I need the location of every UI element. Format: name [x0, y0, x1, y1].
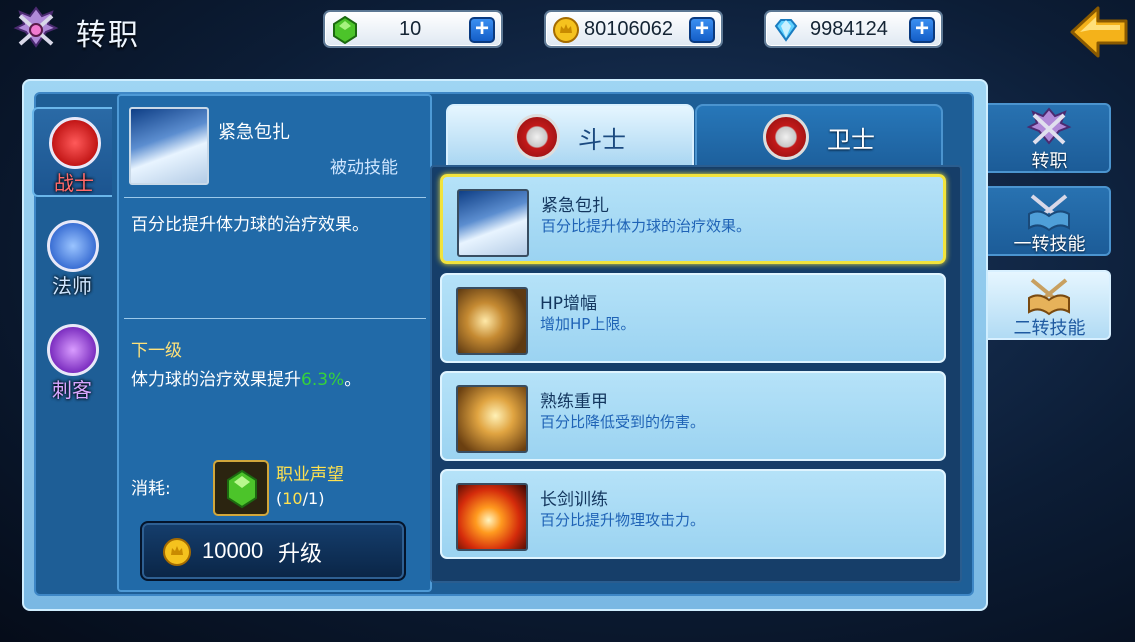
skill-item-hp-boost[interactable]: HP增幅 增加HP上限。: [440, 273, 946, 363]
add-gems-button[interactable]: +: [469, 17, 495, 43]
cost-item-count: (10/1): [276, 489, 325, 508]
skill-name: HP增幅: [540, 294, 598, 314]
currency-gold: 80106062 +: [544, 10, 723, 48]
page-title: 转职: [76, 18, 140, 53]
tab-label: 斗士: [578, 126, 626, 154]
class-tab-label: 刺客: [52, 378, 92, 402]
side-tab-first-skills[interactable]: 一转技能: [988, 186, 1111, 256]
skill-item-longsword-training[interactable]: 长剑训练 百分比提升物理攻击力。: [440, 469, 946, 559]
cost-item-slot: [213, 460, 269, 516]
snow-mountain-skill-icon: [457, 189, 529, 257]
gem-count: 10: [399, 18, 422, 40]
gold-count: 80106062: [584, 18, 673, 40]
skill-name: 熟练重甲: [540, 392, 608, 412]
back-arrow-button[interactable]: [1068, 4, 1130, 60]
crossed-swords-crest-icon: [1026, 107, 1072, 145]
skill-description: 百分比提升物理攻击力。: [540, 511, 706, 529]
tab-fighter[interactable]: 斗士: [446, 104, 694, 168]
detail-skill-name: 紧急包扎: [218, 122, 290, 143]
skill-name: 长剑训练: [540, 490, 608, 510]
upgrade-cost: 10000: [202, 538, 264, 563]
diamond-count: 9984124: [810, 18, 888, 40]
guardian-fist-icon: [763, 114, 809, 160]
cost-label: 消耗:: [131, 479, 171, 499]
tab-label: 卫士: [827, 126, 875, 154]
add-gold-button[interactable]: +: [689, 17, 715, 43]
side-tab-class-change[interactable]: 转职: [988, 103, 1111, 173]
open-book-swords-icon: [1028, 194, 1070, 232]
class-tab-mage[interactable]: 法师: [32, 212, 112, 302]
class-tab-warrior[interactable]: 战士: [32, 107, 112, 197]
side-tab-label: 一转技能: [1013, 234, 1086, 255]
skill-description: 百分比提升体力球的治疗效果。: [541, 217, 752, 235]
golden-vortex-skill-icon: [456, 385, 528, 453]
assassin-class-icon: [47, 324, 99, 376]
green-gem-icon: [333, 16, 357, 44]
tab-guardian[interactable]: 卫士: [695, 104, 943, 168]
cost-item-name: 职业声望: [276, 465, 344, 485]
detail-skill-description: 百分比提升体力球的治疗效果。: [131, 215, 369, 235]
golden-swirl-skill-icon: [456, 287, 528, 355]
fighter-emblem-icon: [514, 114, 560, 160]
next-level-label: 下一级: [131, 341, 182, 361]
add-diamonds-button[interactable]: +: [909, 17, 935, 43]
open-book-swords-icon: [1028, 278, 1070, 316]
class-tab-label: 法师: [52, 274, 92, 298]
snow-mountain-skill-icon: [129, 107, 209, 185]
skill-item-heavy-armor[interactable]: 熟练重甲 百分比降低受到的伤害。: [440, 371, 946, 461]
fire-slash-skill-icon: [456, 483, 528, 551]
next-level-effect: 体力球的治疗效果提升6.3%。: [131, 370, 362, 390]
upgrade-button[interactable]: 10000 升级: [140, 521, 406, 581]
skill-name: 紧急包扎: [541, 196, 609, 216]
class-tab-label: 战士: [54, 171, 94, 195]
class-tab-assassin[interactable]: 刺客: [32, 316, 112, 406]
divider: [124, 197, 426, 198]
divider: [124, 318, 426, 319]
skill-description: 增加HP上限。: [540, 315, 636, 333]
currency-diamonds: 9984124 +: [764, 10, 943, 48]
diamond-icon: [774, 19, 798, 42]
side-tab-label: 转职: [1031, 151, 1068, 172]
warrior-class-icon: [49, 117, 101, 169]
skill-description: 百分比降低受到的伤害。: [540, 413, 706, 431]
currency-gems: 10 +: [323, 10, 503, 48]
upgrade-label: 升级: [278, 542, 323, 567]
gold-coin-icon: [553, 17, 579, 43]
skill-item-emergency-bandage[interactable]: 紧急包扎 百分比提升体力球的治疗效果。: [440, 174, 946, 264]
class-change-emblem-icon: [13, 6, 59, 48]
next-level-percent: 6.3%: [301, 370, 345, 390]
detail-skill-type: 被动技能: [330, 158, 398, 178]
side-tab-second-skills[interactable]: 二转技能: [988, 270, 1111, 340]
gold-coin-icon: [163, 538, 191, 566]
side-tab-label: 二转技能: [1013, 318, 1086, 339]
mage-class-icon: [47, 220, 99, 272]
green-gem-icon: [227, 469, 257, 509]
